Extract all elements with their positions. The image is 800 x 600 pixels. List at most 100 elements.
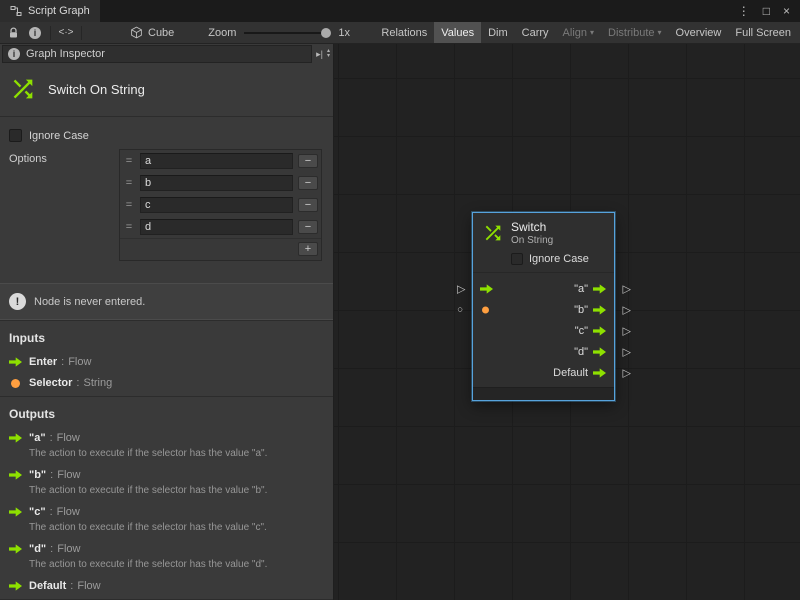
selector-value-icon (482, 306, 489, 313)
drag-handle-icon[interactable]: = (123, 199, 135, 211)
node-port-row: ○ "b" ▷ (473, 299, 614, 320)
port-type: Flow (77, 580, 100, 592)
relations-button[interactable]: Relations (374, 22, 434, 43)
zoom-label: Zoom (208, 27, 236, 39)
output-entry: "a" : Flow (0, 430, 333, 446)
port-separator: : (50, 432, 53, 444)
target-label: Cube (148, 27, 174, 39)
option-row: = − (120, 194, 321, 216)
zoom-value: 1x (338, 27, 350, 39)
flow-out-icon (593, 347, 606, 357)
output-port-c[interactable]: ▷ (623, 324, 631, 337)
port-type: Flow (57, 432, 80, 444)
values-button[interactable]: Values (434, 22, 481, 43)
option-input[interactable] (140, 175, 293, 191)
graph-target-selector[interactable]: Cube (130, 26, 174, 39)
port-separator: : (50, 469, 53, 481)
graph-inspector-panel: i Graph Inspector ▸| ▴▾ Switch On String… (0, 44, 334, 600)
outputs-section: Outputs "a" : Flow The action to execute… (0, 396, 333, 599)
code-view-icon[interactable]: <·> (55, 24, 77, 42)
drag-handle-icon[interactable]: = (123, 155, 135, 167)
switch-icon (482, 222, 504, 244)
output-description: The action to execute if the selector ha… (29, 485, 324, 496)
port-type: Flow (57, 506, 80, 518)
flow-enter-icon (480, 284, 493, 294)
selector-input-port[interactable]: ○ (457, 304, 463, 315)
carry-button[interactable]: Carry (515, 22, 556, 43)
node-subtitle: On String (511, 235, 553, 246)
remove-option-button[interactable]: − (298, 198, 318, 212)
remove-option-button[interactable]: − (298, 154, 318, 168)
flow-port-icon (9, 544, 22, 554)
node-title: Switch (511, 220, 553, 234)
input-entry: Selector : String (0, 375, 333, 391)
port-name: Selector (29, 377, 72, 389)
dim-button[interactable]: Dim (481, 22, 515, 43)
node-port-row: ▷ "a" ▷ (473, 278, 614, 299)
node-ignore-case-checkbox[interactable] (511, 253, 523, 265)
output-port-default[interactable]: ▷ (623, 366, 631, 379)
align-button[interactable]: Align ▾ (556, 22, 601, 43)
graph-inspector-header: i Graph Inspector (2, 45, 312, 63)
flow-out-icon (593, 368, 606, 378)
port-name: Enter (29, 356, 57, 368)
cube-icon (130, 26, 143, 39)
maximize-icon[interactable]: □ (763, 4, 770, 18)
info-icon: i (8, 48, 20, 60)
drag-handle-icon[interactable]: = (123, 177, 135, 189)
port-name: "c" (29, 506, 46, 518)
option-input[interactable] (140, 197, 293, 213)
port-name: "d" (29, 543, 46, 555)
value-port-icon (9, 379, 22, 388)
remove-option-button[interactable]: − (298, 176, 318, 190)
flow-out-icon (593, 284, 606, 294)
graph-icon (10, 5, 22, 17)
ignore-case-label: Ignore Case (29, 130, 89, 142)
option-row: = − (120, 172, 321, 194)
scroll-spinner-icon[interactable]: ▴▾ (327, 49, 330, 59)
tab-script-graph[interactable]: Script Graph (0, 0, 100, 22)
zoom-slider-handle[interactable] (321, 28, 331, 38)
graph-canvas[interactable]: Switch On String Ignore Case ▷ "a" (334, 44, 800, 600)
node-ignore-case-label: Ignore Case (529, 253, 589, 265)
full-screen-button[interactable]: Full Screen (728, 22, 798, 43)
port-separator: : (76, 377, 79, 389)
chevron-down-icon: ▾ (658, 28, 662, 37)
output-entry: "c" : Flow (0, 504, 333, 520)
port-label-d: "d" (574, 346, 588, 358)
lock-icon[interactable] (2, 24, 24, 42)
port-label-c: "c" (575, 325, 588, 337)
script-graph-window: Script Graph ⋮ □ × i <·> Cube Zoom 1x Re… (0, 0, 800, 600)
zoom-control: Zoom 1x (208, 27, 350, 39)
close-icon[interactable]: × (783, 4, 790, 18)
warning-icon: ! (9, 293, 26, 310)
node-port-row: "d" ▷ (473, 341, 614, 362)
distribute-button[interactable]: Distribute ▾ (601, 22, 668, 43)
add-option-button[interactable]: + (298, 242, 318, 256)
warning-text: Node is never entered. (34, 296, 145, 308)
option-input[interactable] (140, 219, 293, 235)
unit-title: Switch On String (48, 82, 145, 97)
option-input[interactable] (140, 153, 293, 169)
window-controls: ⋮ □ × (738, 0, 800, 22)
inputs-section: Inputs Enter : Flow Selector : (0, 320, 333, 396)
ignore-case-checkbox[interactable] (9, 129, 22, 142)
window-menu-icon[interactable]: ⋮ (738, 4, 750, 18)
flow-out-icon (593, 326, 606, 336)
switch-on-string-node[interactable]: Switch On String Ignore Case ▷ "a" (472, 212, 615, 401)
toolbar-separator (50, 26, 51, 40)
zoom-slider[interactable] (244, 32, 330, 34)
drag-handle-icon[interactable]: = (123, 221, 135, 233)
remove-option-button[interactable]: − (298, 220, 318, 234)
port-label-a: "a" (574, 283, 588, 295)
output-port-a[interactable]: ▷ (623, 282, 631, 295)
output-port-d[interactable]: ▷ (623, 345, 631, 358)
overview-button[interactable]: Overview (669, 22, 729, 43)
port-label-b: "b" (574, 304, 588, 316)
dock-panel-icon[interactable]: ▸| (316, 49, 323, 60)
outputs-header: Outputs (0, 397, 333, 430)
output-port-b[interactable]: ▷ (623, 303, 631, 316)
info-toggle-icon[interactable]: i (24, 24, 46, 42)
flow-input-port[interactable]: ▷ (457, 282, 465, 295)
options-label: Options (9, 149, 119, 261)
